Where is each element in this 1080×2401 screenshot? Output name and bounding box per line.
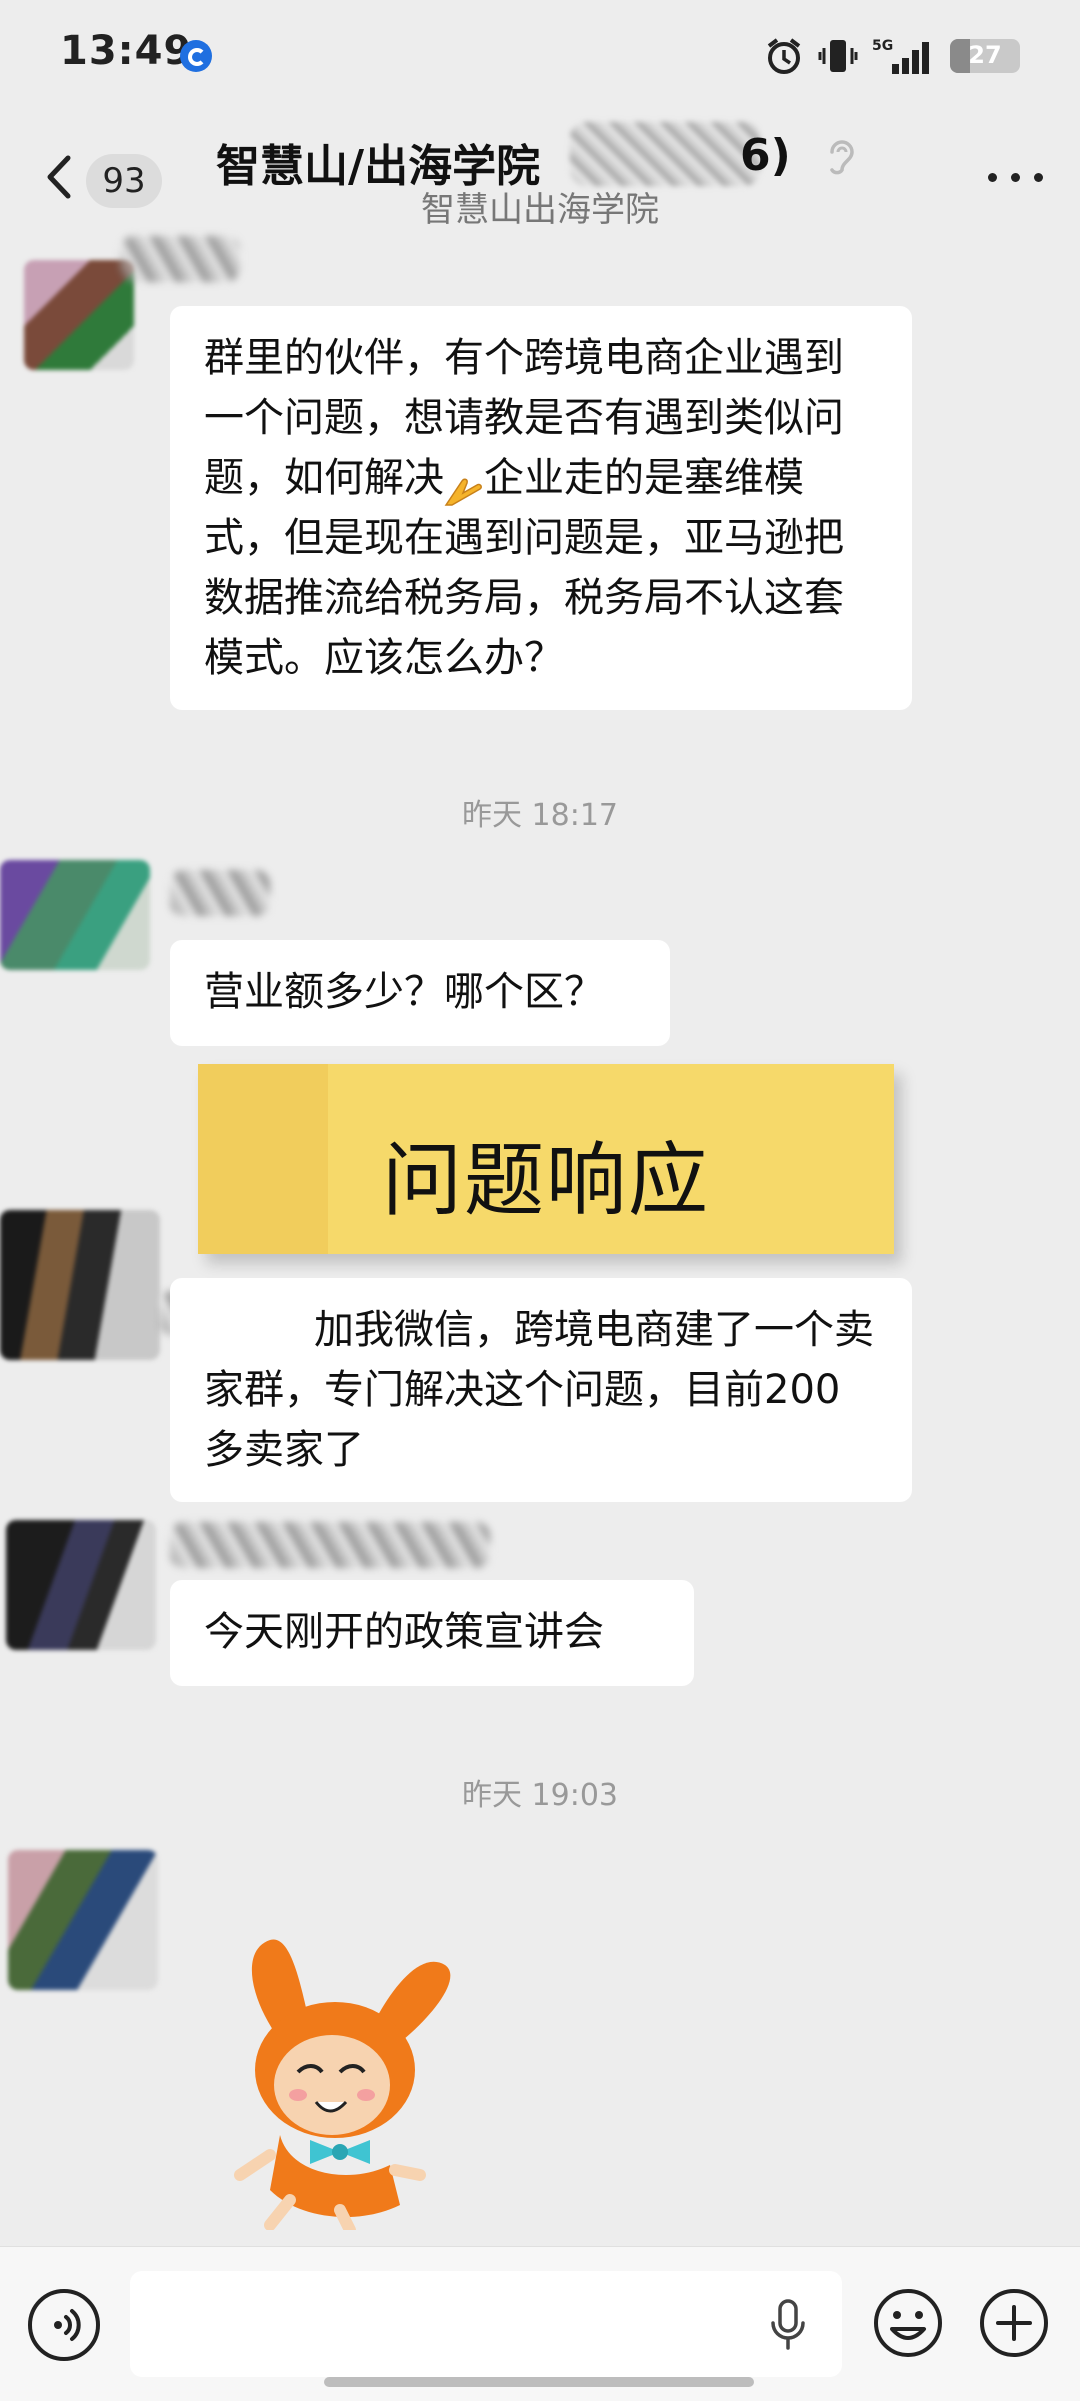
vibrate-icon xyxy=(818,36,858,76)
more-icon[interactable] xyxy=(988,170,1044,184)
sender-name-redaction xyxy=(170,1522,490,1568)
avatar[interactable] xyxy=(8,1850,158,1990)
message-text: 今天刚开的政策宣讲会 xyxy=(204,1609,604,1655)
praying-hands-emoji xyxy=(444,464,484,506)
message-bubble[interactable]: 群里的伙伴，有个跨境电商企业遇到一个问题，想请教是否有遇到类似问题，如何解决 企业… xyxy=(170,306,912,710)
chat-subtitle: 智慧山出海学院 xyxy=(421,190,659,230)
message-bubble[interactable]: 加我微信，跨境电商建了一个卖家群，专门解决这个问题，目前200多卖家了 xyxy=(170,1278,912,1502)
message-bubble[interactable]: 今天刚开的政策宣讲会 xyxy=(170,1580,694,1686)
alarm-icon xyxy=(764,36,804,76)
input-bar xyxy=(0,2246,1080,2401)
sticky-note-overlay: 问题响应 xyxy=(198,1064,894,1254)
avatar[interactable] xyxy=(0,1210,160,1360)
chat-title-suffix: 6) xyxy=(740,130,791,181)
sticky-note-text: 问题响应 xyxy=(382,1134,710,1227)
message-text: 加我微信，跨境电商建了一个卖家群，专门解决这个问题，目前200多卖家了 xyxy=(204,1307,874,1473)
status-icons: 5G 27 xyxy=(764,30,1020,82)
home-indicator[interactable] xyxy=(324,2377,754,2387)
time-separator: 昨天 18:17 xyxy=(462,798,618,833)
voice-icon[interactable] xyxy=(28,2289,100,2361)
avatar[interactable] xyxy=(6,1520,156,1650)
mic-icon[interactable] xyxy=(770,2299,806,2351)
sender-name-redaction xyxy=(170,870,270,916)
status-bar: 13:49 5G 27 xyxy=(0,0,1080,110)
network-label: 5G xyxy=(872,38,893,54)
emoji-icon[interactable] xyxy=(872,2287,944,2359)
title-redaction xyxy=(570,122,760,186)
avatar[interactable] xyxy=(0,860,150,970)
orange-bunny-sticker[interactable] xyxy=(220,1920,470,2236)
avatar[interactable] xyxy=(24,260,134,370)
battery-level: 27 xyxy=(968,41,1002,69)
message-text: 营业额多少？哪个区？ xyxy=(204,969,604,1015)
sender-name-redaction xyxy=(120,236,240,282)
status-time: 13:49 xyxy=(60,28,193,74)
message-input[interactable] xyxy=(130,2271,842,2377)
app-notification-icon xyxy=(180,40,212,72)
battery-icon: 27 xyxy=(950,39,1020,73)
chat-header: 93 智慧山/出海学院 6) 智慧山出海学院 xyxy=(0,110,1080,240)
ear-icon xyxy=(824,134,858,180)
time-separator: 昨天 19:03 xyxy=(462,1778,618,1813)
message-bubble[interactable]: 营业额多少？哪个区？ xyxy=(170,940,670,1046)
plus-icon[interactable] xyxy=(978,2287,1050,2359)
signal-5g-icon: 5G xyxy=(872,36,936,76)
